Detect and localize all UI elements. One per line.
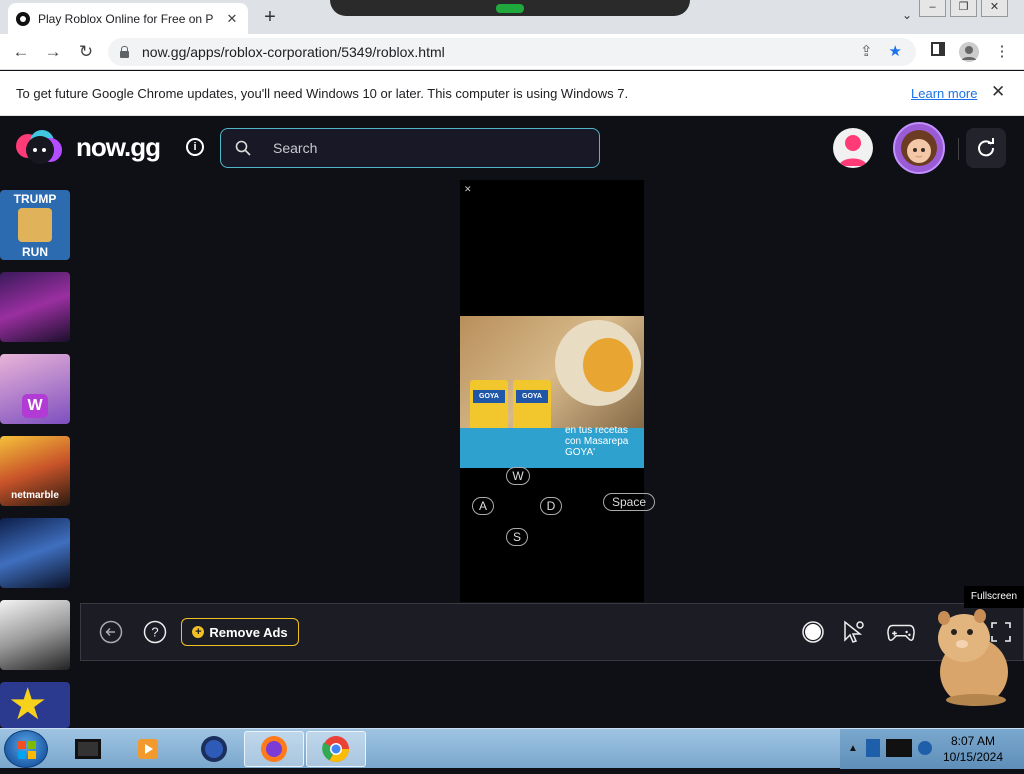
search-input[interactable] bbox=[271, 139, 571, 157]
gamepad-icon[interactable] bbox=[887, 618, 915, 646]
address-bar[interactable]: now.gg/apps/roblox-corporation/5349/robl… bbox=[108, 38, 916, 66]
goya-advertisement[interactable]: GOYA GOYA en tus recetas con Masarepa GO… bbox=[460, 316, 644, 468]
back-circle-icon[interactable] bbox=[97, 618, 125, 646]
key-s[interactable]: S bbox=[506, 528, 528, 546]
refresh-icon bbox=[978, 138, 995, 157]
restore-button[interactable]: ❐ bbox=[950, 0, 977, 17]
browser-tab[interactable]: Play Roblox Online for Free on P ✕ bbox=[8, 3, 248, 34]
new-tab-button[interactable]: + bbox=[260, 6, 280, 29]
nowgg-logo-text[interactable]: now.gg bbox=[76, 132, 161, 163]
user-avatar-icon[interactable] bbox=[833, 128, 873, 168]
tile-brand-label: netmarble bbox=[11, 490, 59, 501]
game-control-bar: ? + Remove Ads bbox=[80, 603, 1024, 661]
back-button[interactable]: ← bbox=[10, 41, 32, 63]
tab-search-chevron-icon[interactable]: ⌄ bbox=[902, 8, 912, 22]
share-icon[interactable]: ⇪ bbox=[860, 42, 873, 60]
tray-app-icon[interactable] bbox=[866, 739, 880, 757]
site-header: now.gg i bbox=[0, 116, 1024, 180]
browser-menu-button[interactable]: ⋮ bbox=[992, 42, 1012, 62]
tab-strip: Play Roblox Online for Free on P ✕ + ⌄ –… bbox=[0, 0, 1024, 34]
taskbar-globe[interactable] bbox=[184, 731, 244, 767]
game-tile-warrior[interactable] bbox=[0, 518, 70, 588]
tray-expand-icon[interactable]: ▲ bbox=[848, 743, 858, 754]
windows-logo-icon bbox=[18, 741, 36, 759]
volume-icon[interactable] bbox=[918, 741, 932, 755]
profile-avatar-icon[interactable] bbox=[959, 42, 979, 62]
tab-title: Play Roblox Online for Free on P bbox=[38, 11, 214, 26]
plus-circle-icon: + bbox=[192, 626, 205, 638]
taskbar-chrome[interactable] bbox=[306, 731, 366, 767]
goya-brand-label: GOYA bbox=[516, 390, 548, 403]
ad-close-icon[interactable]: ✕ bbox=[464, 184, 472, 195]
window-controls: – ❐ ✕ bbox=[919, 0, 1008, 17]
ad-caption: en tus recetas con Masarepa GOYA' bbox=[565, 425, 628, 458]
game-tile-anime[interactable] bbox=[0, 272, 70, 342]
infobar-close-icon[interactable]: ✕ bbox=[991, 82, 1005, 102]
infobar-message: To get future Google Chrome updates, you… bbox=[16, 86, 629, 101]
remove-ads-label: Remove Ads bbox=[209, 624, 288, 640]
browser-toolbar: ← → ↻ now.gg/apps/roblox-corporation/534… bbox=[0, 34, 1024, 70]
key-w[interactable]: W bbox=[506, 467, 530, 485]
network-icon[interactable] bbox=[886, 739, 912, 757]
main-area: TRUMP RUN W netmarble ★ ✕ GOYA GOYA en t… bbox=[0, 180, 1024, 728]
key-d[interactable]: D bbox=[540, 497, 562, 515]
info-icon[interactable]: i bbox=[186, 138, 204, 156]
food-plate-image bbox=[555, 320, 641, 406]
taskbar-clock[interactable]: 8:07 AM 10/15/2024 bbox=[940, 733, 1006, 765]
taskbar-firefox[interactable] bbox=[244, 731, 304, 767]
game-viewport[interactable]: ✕ GOYA GOYA en tus recetas con Masarepa … bbox=[460, 180, 655, 602]
clock-date: 10/15/2024 bbox=[942, 750, 1004, 764]
svg-text:?: ? bbox=[151, 625, 158, 640]
url-text: now.gg/apps/roblox-corporation/5349/robl… bbox=[142, 44, 445, 60]
cursor-settings-icon[interactable] bbox=[839, 618, 867, 646]
taskbar-media-player[interactable] bbox=[118, 731, 178, 767]
camera-notch bbox=[330, 0, 690, 16]
pixel-character-icon bbox=[18, 208, 52, 242]
ad-caption-line: con Masarepa bbox=[565, 436, 629, 447]
minimize-button[interactable]: – bbox=[919, 0, 946, 17]
record-icon[interactable] bbox=[799, 618, 827, 646]
header-divider bbox=[958, 138, 959, 160]
game-tile-star[interactable]: ★ bbox=[0, 682, 70, 728]
close-window-button[interactable]: ✕ bbox=[981, 0, 1008, 17]
goya-brand-label: GOYA bbox=[473, 390, 505, 403]
learn-more-link[interactable]: Learn more bbox=[911, 86, 977, 101]
key-space[interactable]: Space bbox=[603, 493, 655, 511]
reload-button[interactable]: ↻ bbox=[75, 41, 97, 63]
help-icon[interactable]: ? bbox=[141, 618, 169, 646]
hamster-sticker bbox=[938, 609, 1008, 706]
tab-close-icon[interactable]: ✕ bbox=[224, 11, 240, 27]
ad-caption-line: GOYA' bbox=[565, 447, 596, 458]
tile-title-top: TRUMP bbox=[13, 192, 57, 206]
tile-title-bottom: RUN bbox=[22, 245, 48, 259]
search-icon bbox=[235, 140, 251, 156]
game-tile-netmarble[interactable]: netmarble bbox=[0, 436, 70, 506]
reload-game-button[interactable] bbox=[966, 128, 1006, 168]
side-panel-icon[interactable] bbox=[928, 42, 948, 62]
taskbar-app-dark[interactable] bbox=[58, 731, 118, 767]
w-logo-icon: W bbox=[22, 394, 48, 418]
game-tile-shadow[interactable] bbox=[0, 600, 70, 670]
remove-ads-button[interactable]: + Remove Ads bbox=[181, 618, 299, 646]
game-tile-trump-run[interactable]: TRUMP RUN bbox=[0, 190, 70, 260]
key-a[interactable]: A bbox=[472, 497, 494, 515]
star-icon: ★ bbox=[8, 682, 48, 728]
update-infobar: To get future Google Chrome updates, you… bbox=[0, 71, 1024, 116]
game-tile-w[interactable]: W bbox=[0, 354, 70, 424]
clock-time: 8:07 AM bbox=[950, 734, 996, 748]
nowgg-logo-icon[interactable] bbox=[16, 130, 64, 166]
lock-icon bbox=[120, 45, 129, 58]
roblox-favicon-icon bbox=[16, 11, 30, 26]
bookmark-star-icon[interactable]: ★ bbox=[889, 42, 902, 60]
forward-button[interactable]: → bbox=[42, 41, 64, 63]
character-avatar[interactable] bbox=[893, 122, 945, 174]
search-box[interactable] bbox=[220, 128, 600, 168]
start-button[interactable] bbox=[4, 730, 48, 768]
indicator-light bbox=[496, 4, 524, 13]
windows-taskbar: ▲ 8:07 AM 10/15/2024 bbox=[0, 728, 1024, 769]
ad-caption-line: en tus recetas bbox=[565, 425, 628, 436]
omnibox-actions: ⇪ ★ bbox=[860, 42, 902, 60]
